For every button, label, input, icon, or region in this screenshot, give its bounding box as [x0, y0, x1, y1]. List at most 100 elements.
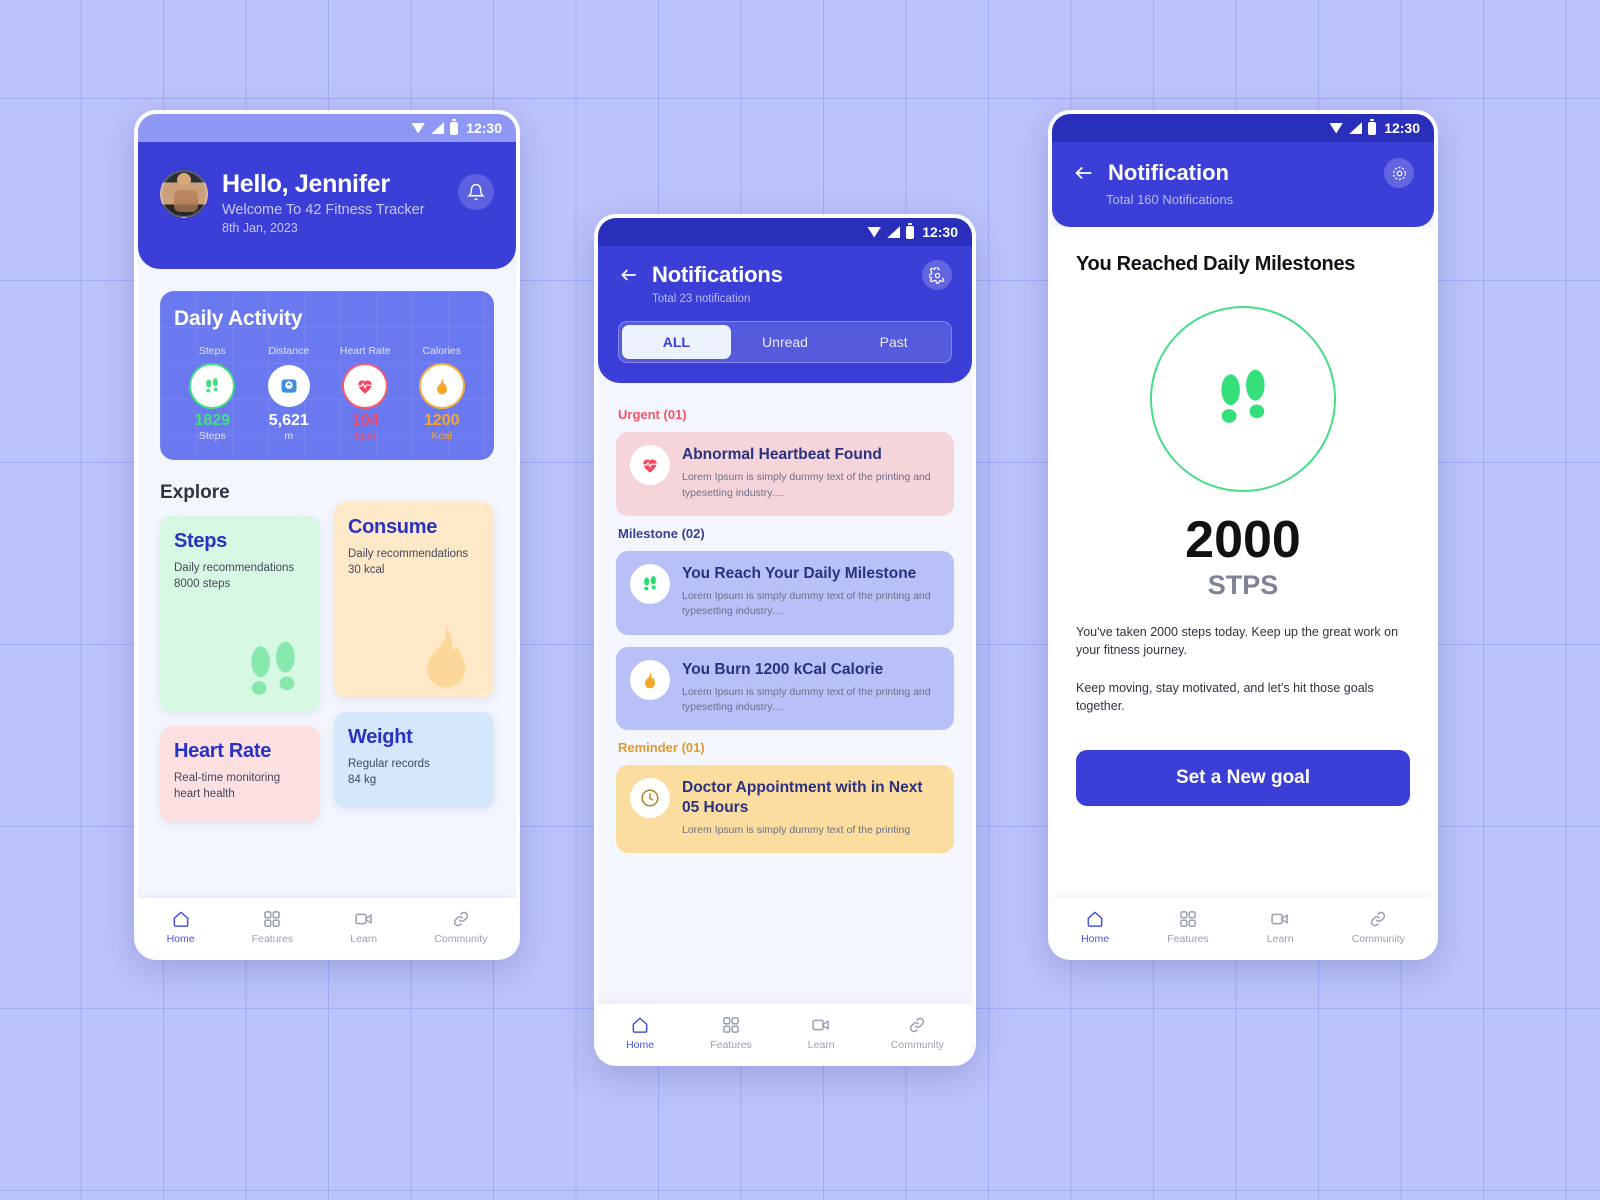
metric-value: 1829 — [194, 411, 231, 429]
bottom-navigation: Home Features Learn Community — [598, 1004, 972, 1062]
group-label-urgent: Urgent (01) — [618, 407, 687, 422]
metric-heart-rate[interactable]: Heart Rate 104 bpm — [327, 345, 404, 442]
explore-card-title: Heart Rate — [174, 739, 272, 762]
notification-title: Doctor Appointment with in Next 05 Hours — [682, 779, 923, 816]
settings-button[interactable] — [1384, 158, 1414, 188]
set-new-goal-button[interactable]: Set a New goal — [1076, 749, 1410, 806]
link-icon — [453, 911, 468, 927]
tab-all[interactable]: ALL — [622, 325, 731, 359]
explore-grid: Steps Daily recommendations 8000 steps C… — [160, 501, 494, 822]
status-bar: 12:30 — [598, 218, 972, 246]
arrow-left-icon[interactable] — [1072, 162, 1096, 184]
avatar — [160, 170, 208, 218]
explore-card-consume[interactable]: Consume Daily recommendations 30 kcal — [334, 501, 494, 698]
metric-label: Distance — [268, 344, 310, 357]
nav-item-home[interactable]: Home — [1081, 909, 1109, 945]
nav-label: Features — [710, 1039, 752, 1051]
notifications-list: Urgent (01) Abnormal Heartbeat Found Lor… — [598, 383, 972, 854]
nav-item-learn[interactable]: Learn — [808, 1015, 835, 1051]
heart-icon — [630, 445, 670, 485]
page-title: Notifications — [652, 262, 783, 287]
detail-paragraph-2: Keep moving, stay motivated, and let's h… — [1076, 681, 1374, 714]
tab-unread[interactable]: Unread — [731, 325, 840, 359]
home-icon — [632, 1017, 648, 1033]
metric-steps[interactable]: Steps 1829 Steps — [174, 345, 251, 442]
flame-icon — [630, 659, 670, 700]
metric-value: 1200 — [423, 411, 460, 429]
heart-icon — [344, 364, 387, 407]
design-canvas: 12:30 Hello, Jennifer Welcome To 42 Fitn… — [0, 0, 1600, 1200]
nav-label: Home — [1081, 933, 1110, 945]
explore-heading: Explore — [160, 481, 230, 503]
notifications-header: Notifications Total 23 notification ALL … — [598, 246, 972, 383]
status-time: 12:30 — [922, 224, 958, 240]
group-label-reminder: Reminder (01) — [618, 740, 705, 756]
explore-card-title: Weight — [348, 725, 413, 748]
current-date: 8th Jan, 2023 — [222, 220, 298, 235]
nav-label: Community — [890, 1039, 944, 1051]
explore-card-steps[interactable]: Steps Daily recommendations 8000 steps — [160, 515, 320, 712]
tab-past[interactable]: Past — [839, 325, 948, 359]
explore-card-desc: Regular records 84 kg — [348, 757, 430, 787]
metric-unit: Steps — [198, 429, 226, 442]
metric-value: 5,621 — [268, 411, 309, 429]
video-icon — [812, 1019, 830, 1031]
phone-home-screen: 12:30 Hello, Jennifer Welcome To 42 Fitn… — [134, 110, 520, 960]
link-icon — [1371, 911, 1386, 927]
footsteps-icon — [191, 364, 234, 407]
nav-item-features[interactable]: Features — [710, 1015, 752, 1051]
notification-bell-button[interactable] — [458, 174, 494, 210]
status-time: 12:30 — [1384, 120, 1420, 136]
flame-icon — [427, 624, 465, 688]
notification-item[interactable]: You Burn 1200 kCal Calorie Lorem Ipsum i… — [616, 646, 954, 731]
steps-progress-ring — [1150, 306, 1336, 492]
signal-icon — [887, 226, 901, 238]
metric-value: 104 — [351, 411, 379, 429]
wifi-icon — [867, 226, 882, 238]
battery-icon — [1368, 118, 1377, 135]
signal-icon — [431, 122, 445, 134]
bottom-navigation: Home Features Learn Community — [1052, 898, 1434, 956]
nav-item-community[interactable]: Community — [891, 1015, 944, 1051]
metrics-row: Steps 1829 Steps Distance 5,621 m Heart … — [174, 345, 480, 442]
nav-item-home[interactable]: Home — [167, 909, 195, 945]
notification-item[interactable]: Abnormal Heartbeat Found Lorem Ipsum is … — [616, 432, 954, 516]
signal-icon — [1349, 122, 1363, 134]
nav-item-community[interactable]: Community — [434, 909, 487, 945]
grid-icon — [723, 1017, 739, 1033]
metric-unit: m — [284, 429, 294, 442]
home-icon — [173, 911, 188, 927]
nav-item-learn[interactable]: Learn — [1267, 909, 1294, 945]
nav-item-community[interactable]: Community — [1352, 909, 1405, 945]
explore-card-desc: Daily recommendations 30 kcal — [348, 547, 469, 577]
nav-item-home[interactable]: Home — [626, 1015, 654, 1051]
notification-body: Lorem Ipsum is simply dummy text of the … — [682, 686, 931, 714]
detail-subtitle: Total 160 Notifications — [1106, 192, 1234, 207]
nav-label: Community — [1351, 933, 1405, 945]
notification-item[interactable]: Doctor Appointment with in Next 05 Hours… — [616, 765, 954, 854]
notification-item[interactable]: You Reach Your Daily Milestone Lorem Ips… — [616, 550, 954, 635]
grid-icon — [1180, 911, 1196, 927]
notification-title: You Reach Your Daily Milestone — [682, 564, 917, 582]
nav-label: Features — [251, 933, 294, 945]
settings-button[interactable] — [922, 260, 952, 290]
grid-icon — [264, 911, 281, 927]
nav-item-features[interactable]: Features — [252, 909, 293, 945]
nav-item-learn[interactable]: Learn — [350, 909, 377, 945]
explore-card-heart-rate[interactable]: Heart Rate Real-time monitoring heart he… — [160, 725, 320, 822]
metric-calories[interactable]: Calories 1200 Kcal — [404, 345, 481, 442]
nav-label: Home — [166, 933, 195, 945]
explore-card-weight[interactable]: Weight Regular records 84 kg — [334, 711, 494, 808]
metric-label: Calories — [422, 344, 461, 357]
greeting-title: Hello, Jennifer — [222, 170, 390, 198]
phone-milestone-detail-screen: 12:30 Notification Total 160 Notificatio… — [1048, 110, 1438, 960]
notification-body: Lorem Ipsum is simply dummy text of the … — [682, 590, 931, 618]
notification-filter-tabs: ALL Unread Past — [618, 321, 952, 363]
metric-distance[interactable]: Distance 5,621 m — [251, 345, 328, 442]
footsteps-icon — [251, 641, 295, 695]
clock-icon — [630, 778, 670, 819]
nav-item-features[interactable]: Features — [1167, 909, 1209, 945]
arrow-left-icon[interactable] — [618, 265, 640, 285]
battery-icon — [906, 222, 915, 239]
status-time: 12:30 — [466, 120, 502, 136]
